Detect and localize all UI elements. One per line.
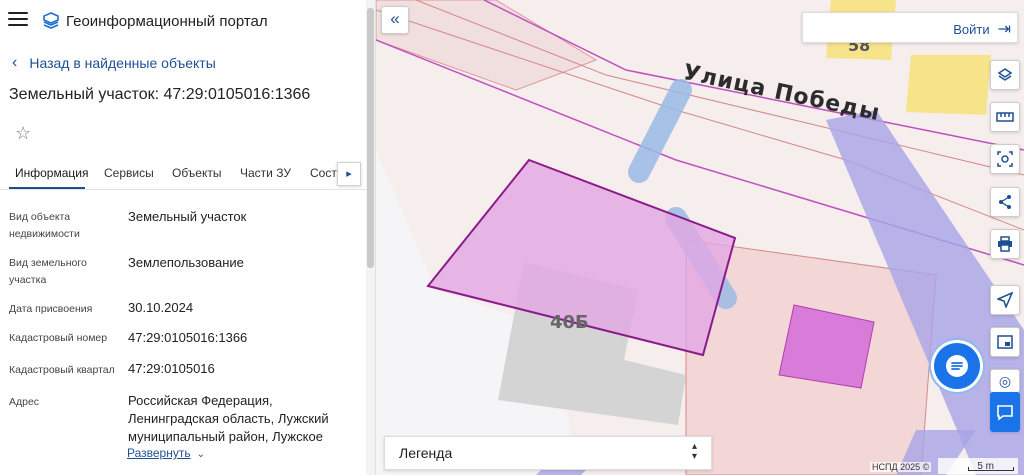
info-panel: Геоинформационный портал ‹ Назад в найде…: [0, 0, 376, 475]
favorite-star-icon[interactable]: ☆: [15, 123, 31, 144]
sign-in-icon: ⇥: [997, 21, 1011, 38]
pin-button[interactable]: ◎: [990, 369, 1020, 393]
row-label-line: Вид объекта: [9, 211, 71, 223]
print-icon: [998, 236, 1012, 252]
expand-link[interactable]: Развернуть ⌄: [127, 446, 205, 460]
pin-icon: ◎: [998, 373, 1012, 389]
tab-scroll-right-button[interactable]: ▸: [337, 162, 361, 186]
legend-dropdown[interactable]: Легенда ▴ ▾: [384, 436, 712, 470]
layers-icon: [997, 68, 1013, 81]
chevron-right-icon: ▸: [346, 168, 352, 180]
building-top-right: [906, 55, 991, 115]
row-value-parcel-type: Землепользование: [128, 255, 244, 270]
scale-line: [968, 467, 1014, 471]
login-button[interactable]: Войти ⇥: [953, 19, 1011, 39]
building-number-40b: 40Б: [550, 312, 589, 333]
chevron-left-icon: ‹: [12, 54, 18, 71]
menu-icon[interactable]: [8, 12, 28, 30]
row-label-address: Адрес: [9, 396, 40, 408]
locate-icon: [995, 291, 1014, 310]
legend-label: Легенда: [399, 445, 453, 461]
minimap-button[interactable]: [990, 327, 1020, 357]
double-chevron-left-icon: «: [390, 9, 400, 28]
row-value-cadastral-number: 47:29:0105016:1366: [128, 330, 248, 345]
help-button[interactable]: [990, 392, 1020, 432]
scale-bar: 5 m: [938, 458, 1018, 474]
login-label: Войти: [953, 21, 990, 37]
row-label-cadastral-number: Кадастровый номер: [9, 332, 108, 344]
address-line: муниципальный район, Лужское: [128, 429, 323, 444]
address-line: Ленинградская область, Лужский: [128, 411, 329, 426]
print-button[interactable]: [990, 229, 1020, 259]
panel-scrollbar[interactable]: [366, 0, 375, 475]
row-label-object-type: Вид объекта недвижимости: [9, 209, 80, 243]
object-title: Земельный участок: 47:29:0105016:1366: [9, 86, 311, 103]
locate-button[interactable]: [990, 285, 1020, 315]
collapse-panel-button[interactable]: «: [381, 6, 409, 34]
login-bar: Войти ⇥: [802, 12, 1018, 43]
top-bar: Геоинформационный портал: [0, 0, 375, 44]
tab-bar: Информация Сервисы Объекты Части ЗУ Сост…: [0, 160, 366, 190]
chat-button[interactable]: [934, 343, 980, 389]
select-area-button[interactable]: [990, 144, 1020, 174]
row-value-cadastral-quarter: 47:29:0105016: [128, 361, 215, 376]
road-overlay: [536, 470, 586, 475]
tab-parts[interactable]: Части ЗУ: [240, 166, 291, 180]
tab-objects[interactable]: Объекты: [172, 166, 222, 180]
row-value-address: Российская Федерация, Ленинградская обла…: [128, 392, 329, 446]
row-label-line: участка: [9, 274, 47, 286]
back-to-results-link[interactable]: ‹ Назад в найденные объекты: [12, 54, 216, 72]
address-line: Российская Федерация,: [128, 393, 273, 408]
row-value-object-type: Земельный участок: [128, 209, 247, 224]
expand-collapse-icon: ▴ ▾: [691, 441, 697, 462]
layers-button[interactable]: [990, 60, 1020, 90]
map-canvas[interactable]: Улица Победы 58 40Б: [376, 0, 1024, 475]
portal-logo-icon: [43, 12, 59, 29]
row-label-cadastral-quarter: Кадастровый квартал: [9, 364, 115, 376]
scrollbar-thumb[interactable]: [367, 8, 374, 268]
share-button[interactable]: [990, 187, 1020, 217]
row-value-date: 30.10.2024: [128, 300, 194, 315]
row-label-line: Вид земельного: [9, 257, 87, 269]
row-label-line: недвижимости: [9, 228, 80, 240]
chevron-down-icon: ⌄: [196, 449, 205, 460]
row-label-date: Дата присвоения: [9, 303, 93, 315]
tab-services[interactable]: Сервисы: [104, 166, 154, 180]
help-icon: [997, 405, 1013, 421]
tab-information[interactable]: Информация: [15, 166, 88, 180]
ruler-button[interactable]: [990, 102, 1020, 132]
minimap-icon: [997, 335, 1013, 349]
expand-label: Развернуть: [127, 446, 191, 460]
ruler-icon: [996, 112, 1014, 122]
app-title: Геоинформационный портал: [66, 13, 268, 30]
map-credit: НСПД 2025 ©: [870, 462, 932, 472]
share-icon: [999, 195, 1011, 209]
row-label-parcel-type: Вид земельного участка: [9, 255, 87, 289]
chat-icon: [946, 355, 968, 377]
active-tab-indicator: [9, 187, 85, 189]
back-link-label: Назад в найденные объекты: [29, 55, 216, 71]
select-area-icon: [997, 151, 1013, 167]
